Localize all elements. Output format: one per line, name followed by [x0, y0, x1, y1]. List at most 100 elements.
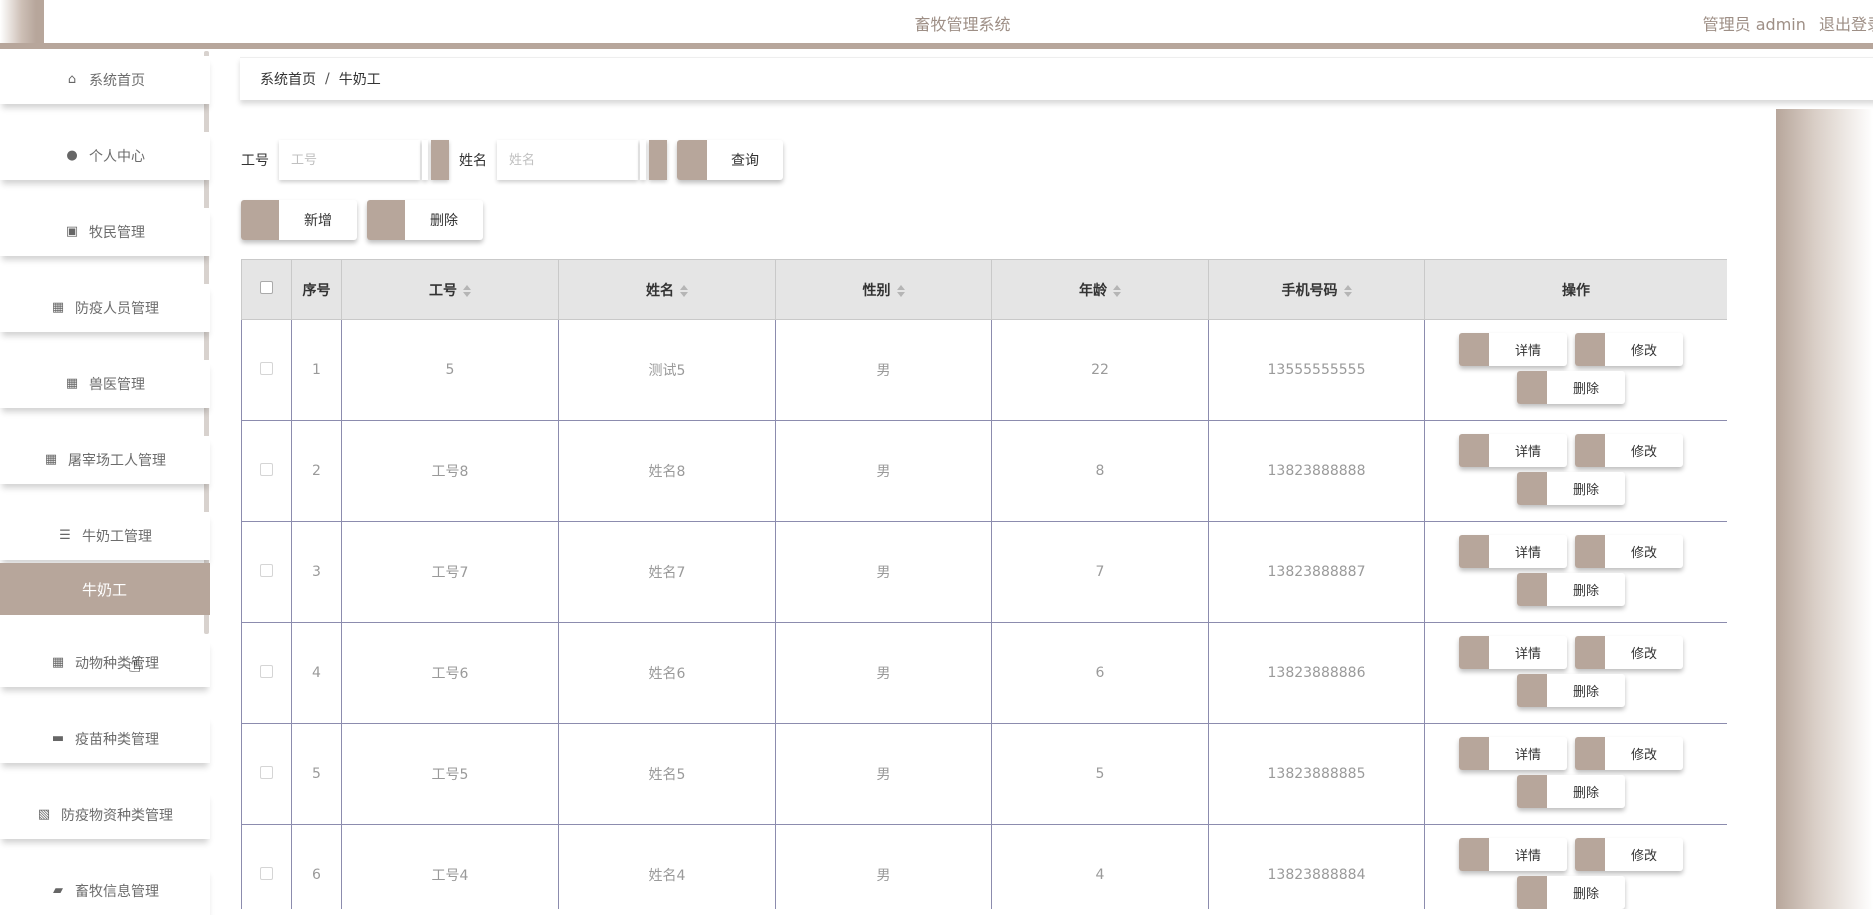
- sidebar-item-label: 屠宰场工人管理: [68, 453, 166, 469]
- column-header-index: 序号: [291, 259, 342, 320]
- button-swatch: [1459, 737, 1489, 770]
- delete-button[interactable]: 删除: [1517, 775, 1625, 808]
- sidebar-item[interactable]: 牛奶工: [0, 563, 210, 615]
- batch-delete-button-label: 删除: [430, 213, 458, 229]
- detail-button[interactable]: 详情: [1459, 636, 1567, 669]
- detail-button-label: 详情: [1514, 546, 1541, 561]
- edit-button[interactable]: 修改: [1575, 737, 1683, 770]
- column-header-phone[interactable]: 手机号码: [1208, 259, 1425, 320]
- button-swatch: [1459, 434, 1489, 467]
- delete-button-label: 删除: [1572, 887, 1599, 902]
- delete-button[interactable]: 删除: [1517, 573, 1625, 606]
- table-header-row: 序号 工号 姓名 性别 年龄 手机号码 操作: [241, 259, 1727, 320]
- column-header-name[interactable]: 姓名: [558, 259, 776, 320]
- sidebar-item[interactable]: ▬ 疫苗种类管理: [0, 715, 210, 763]
- column-label: 性别: [862, 282, 891, 299]
- delete-button[interactable]: 删除: [1517, 472, 1625, 505]
- button-swatch: [1459, 838, 1489, 871]
- delete-button[interactable]: 删除: [1517, 371, 1625, 404]
- name-search-input[interactable]: [497, 140, 638, 180]
- sort-icon[interactable]: [1343, 284, 1352, 297]
- column-label: 工号: [429, 282, 457, 299]
- sidebar-item[interactable]: ▰ 畜牧信息管理: [0, 867, 210, 915]
- row-checkbox[interactable]: [260, 563, 273, 577]
- user-area: 管理员 admin 退出登录: [1695, 11, 1873, 35]
- edit-button[interactable]: 修改: [1575, 333, 1683, 366]
- button-swatch: [1459, 535, 1489, 568]
- cell-phone: 13555555555: [1208, 319, 1425, 421]
- delete-button-label: 删除: [1572, 382, 1599, 397]
- row-actions: 详情 修改删除: [1425, 421, 1727, 521]
- cell-id: 工号8: [341, 420, 559, 522]
- detail-button[interactable]: 详情: [1459, 535, 1567, 568]
- button-swatch: [1517, 472, 1547, 505]
- select-all-checkbox[interactable]: [260, 281, 273, 294]
- sort-icon[interactable]: [463, 284, 471, 297]
- row-checkbox[interactable]: [260, 361, 273, 375]
- cell-phone: 13823888888: [1208, 420, 1425, 522]
- breadcrumb-current: 牛奶工: [338, 72, 381, 88]
- column-header-id[interactable]: 工号: [341, 259, 559, 320]
- cell-gender: 男: [775, 420, 992, 522]
- home-icon: ⌂: [67, 72, 77, 87]
- sidebar-item[interactable]: ▧ 防疫物资种类管理: [0, 791, 210, 839]
- cell-name: 姓名6: [558, 622, 776, 724]
- row-checkbox[interactable]: [260, 462, 273, 476]
- row-checkbox[interactable]: [260, 866, 273, 880]
- sort-icon[interactable]: [896, 284, 905, 297]
- logout-link[interactable]: 退出登录: [1819, 15, 1873, 34]
- column-header-gender[interactable]: 性别: [775, 259, 992, 320]
- detail-button[interactable]: 详情: [1459, 333, 1567, 366]
- data-table: 序号 工号 姓名 性别 年龄 手机号码 操作 1 5 测试5 男 22 135555555…: [241, 259, 1727, 909]
- row-select-cell: [241, 521, 292, 623]
- detail-button-label: 详情: [1514, 647, 1541, 662]
- sidebar-item[interactable]: ▦ 兽医管理: [0, 360, 210, 408]
- table-row: 2 工号8 姓名8 男 8 13823888888 详情 修改 删除: [241, 420, 1727, 522]
- detail-button[interactable]: 详情: [1459, 434, 1567, 467]
- edit-button[interactable]: 修改: [1575, 535, 1683, 568]
- edit-button[interactable]: 修改: [1575, 636, 1683, 669]
- app-title: 畜牧管理系统: [914, 15, 1011, 34]
- breadcrumb: 系统首页 / 牛奶工: [240, 57, 1873, 100]
- add-button[interactable]: 新增: [241, 200, 357, 240]
- row-actions: 详情 修改删除: [1425, 522, 1727, 622]
- clipboard-check-icon: ▣: [65, 224, 79, 239]
- clipboard-x-icon: ▧: [37, 807, 51, 822]
- table-row: 4 工号6 姓名6 男 6 13823888886 详情 修改 删除: [241, 622, 1727, 724]
- cell-actions: 详情 修改删除: [1424, 319, 1727, 421]
- user-label: 管理员 admin: [1702, 15, 1806, 34]
- detail-button[interactable]: 详情: [1459, 838, 1567, 871]
- sidebar-item[interactable]: ● 个人中心: [0, 132, 210, 180]
- right-decoration: [1776, 109, 1873, 909]
- detail-button[interactable]: 详情: [1459, 737, 1567, 770]
- button-swatch: [1575, 434, 1605, 467]
- delete-button-label: 删除: [1572, 786, 1599, 801]
- breadcrumb-home[interactable]: 系统首页: [260, 69, 316, 89]
- batch-delete-button[interactable]: 删除: [367, 200, 483, 240]
- sidebar-item[interactable]: ▦ 防疫人员管理: [0, 284, 210, 332]
- edit-button[interactable]: 修改: [1575, 838, 1683, 871]
- sidebar-item[interactable]: ▣ 牧民管理: [0, 208, 210, 256]
- edit-button[interactable]: 修改: [1575, 434, 1683, 467]
- sidebar-item[interactable]: ▦ 动物种类管理: [0, 639, 210, 687]
- sidebar-item-label: 防疫人员管理: [75, 301, 159, 317]
- delete-button[interactable]: 删除: [1517, 674, 1625, 707]
- id-search-input[interactable]: [279, 140, 420, 180]
- button-swatch: [1517, 876, 1547, 909]
- column-header-age[interactable]: 年龄: [991, 259, 1209, 320]
- ticket-icon: ▰: [53, 883, 63, 898]
- delete-button[interactable]: 删除: [1517, 876, 1625, 909]
- row-select-cell: [241, 723, 292, 825]
- button-swatch: [1575, 636, 1605, 669]
- sort-icon[interactable]: [1113, 284, 1121, 297]
- sort-icon[interactable]: [680, 284, 688, 297]
- column-header-actions: 操作: [1424, 259, 1727, 320]
- sidebar-item[interactable]: ▦ 屠宰场工人管理: [0, 436, 210, 484]
- cell-gender: 男: [775, 824, 992, 909]
- row-checkbox[interactable]: [260, 664, 273, 678]
- cell-index: 5: [291, 723, 342, 825]
- row-checkbox[interactable]: [260, 765, 273, 779]
- sidebar-item[interactable]: ⌂ 系统首页: [0, 56, 210, 104]
- sidebar-item[interactable]: ☰ 牛奶工管理: [0, 512, 210, 560]
- query-button[interactable]: 查询: [677, 140, 783, 180]
